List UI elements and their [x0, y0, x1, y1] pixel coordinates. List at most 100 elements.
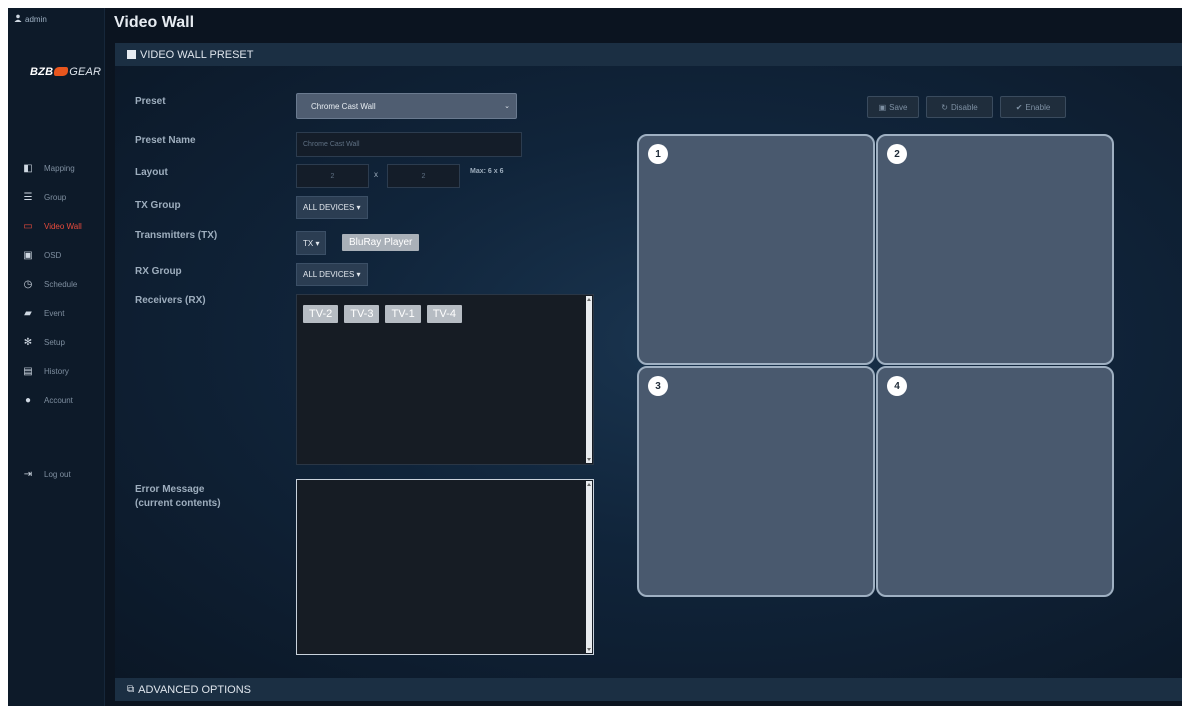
tx-group-value: ALL DEVICES ▾ [303, 203, 361, 212]
tile-number: 4 [887, 376, 907, 396]
enable-label: Enable [1025, 102, 1051, 112]
sidebar-item-group[interactable]: ☰ Group [8, 183, 105, 212]
tx-tag-label: BluRay Player [342, 234, 420, 251]
history-icon: ▤ [23, 366, 33, 377]
check-icon: ✔ [1015, 102, 1023, 112]
rx-group-value: ALL DEVICES ▾ [303, 270, 361, 279]
brand-logo: BZB GEAR [30, 66, 102, 78]
disable-button[interactable]: ↻ Disable [926, 96, 993, 118]
logout-button[interactable]: ⇥ Log out [20, 469, 71, 480]
tile-number: 1 [648, 144, 668, 164]
layout-rows-value: 2 [421, 172, 426, 180]
sidebar-item-schedule[interactable]: ◷ Schedule [8, 270, 105, 299]
sidebar-item-label: Group [44, 193, 67, 202]
preset-label: Preset [135, 96, 166, 107]
save-label: Save [889, 102, 908, 112]
tx-selected-tag[interactable]: BluRay Player [342, 232, 420, 251]
layout-max-hint: Max: 6 x 6 [470, 168, 504, 175]
preset-name-value: Chrome Cast Wall [303, 141, 360, 148]
error-scrollbar[interactable] [586, 481, 592, 653]
briefcase-icon: ▰ [24, 308, 32, 319]
refresh-icon: ↻ [941, 102, 948, 112]
section-title: VIDEO WALL PRESET [140, 48, 254, 61]
save-button[interactable]: ▣ Save [867, 96, 919, 118]
sidebar-item-label: Schedule [44, 280, 78, 289]
clock-icon: ◷ [23, 279, 33, 290]
sidebar-item-mapping[interactable]: ◧ Mapping [8, 154, 105, 183]
preset-name-input[interactable]: Chrome Cast Wall [296, 132, 522, 157]
error-message-label: Error Message (current contents) [135, 483, 221, 511]
user-icon: ● [24, 395, 32, 406]
section-header-advanced-options[interactable]: ⧉ ADVANCED OPTIONS [115, 678, 1182, 701]
error-label-line1: Error Message [135, 484, 205, 495]
tile-number: 2 [887, 144, 907, 164]
disable-label: Disable [951, 102, 978, 112]
tx-dropdown-value: TX ▾ [303, 238, 320, 248]
username: admin [25, 14, 47, 24]
layout-separator: x [374, 170, 378, 179]
gear-icon: ✻ [23, 337, 33, 348]
rx-tag[interactable]: TV-3 [344, 305, 380, 323]
rx-tag[interactable]: TV-4 [426, 305, 462, 323]
enable-button[interactable]: ✔ Enable [1000, 96, 1066, 118]
rx-tag[interactable]: TV-1 [385, 305, 421, 323]
logout-icon: ⇥ [23, 469, 33, 480]
preset-name-label: Preset Name [135, 135, 196, 146]
section-title: ADVANCED OPTIONS [138, 683, 252, 696]
preset-form-panel: Preset Chrome Cast Wall ⌄ Preset Name Ch… [115, 66, 1182, 678]
sidebar-item-event[interactable]: ▰ Event [8, 299, 105, 328]
list-icon: ☰ [23, 192, 33, 203]
wall-tile-4[interactable]: 4 [876, 366, 1114, 597]
rx-label: Receivers (RX) [135, 295, 206, 306]
sidebar-item-label: OSD [44, 251, 62, 260]
rx-group-label: RX Group [135, 266, 182, 277]
logout-label: Log out [44, 470, 71, 479]
rx-tag-list: TV-2 TV-3 TV-1 TV-4 [303, 305, 462, 323]
sidebar-item-label: History [44, 367, 69, 376]
sidebar-item-label: Event [44, 309, 65, 318]
sidebar-item-osd[interactable]: ▣ OSD [8, 241, 105, 270]
rx-list-box[interactable]: TV-2 TV-3 TV-1 TV-4 [296, 294, 594, 465]
sidebar-item-account[interactable]: ● Account [8, 386, 105, 415]
error-label-line2: (current contents) [135, 498, 221, 509]
rx-scrollbar[interactable] [586, 296, 592, 463]
tx-group-dropdown[interactable]: ALL DEVICES ▾ [296, 196, 368, 219]
tx-label: Transmitters (TX) [135, 230, 218, 241]
layout-columns-value: 2 [330, 172, 335, 180]
advanced-icon: ⧉ [127, 684, 135, 695]
tx-group-label: TX Group [135, 200, 181, 211]
sidebar-item-label: Account [44, 396, 73, 405]
mapping-icon: ◧ [23, 163, 33, 174]
preset-select-value: Chrome Cast Wall [311, 101, 376, 111]
chevron-down-icon: ⌄ [504, 103, 510, 110]
layout-label: Layout [135, 167, 168, 178]
sidebar-item-label: Video Wall [44, 222, 82, 231]
wall-tile-1[interactable]: 1 [637, 134, 875, 365]
layout-rows-input[interactable]: 2 [387, 164, 460, 188]
sidebar-item-video-wall[interactable]: ▭ Video Wall [8, 212, 105, 241]
rx-group-dropdown[interactable]: ALL DEVICES ▾ [296, 263, 368, 286]
section-icon [127, 50, 136, 59]
sidebar-item-history[interactable]: ▤ History [8, 357, 105, 386]
tile-number: 3 [648, 376, 668, 396]
monitor-icon: ▭ [23, 221, 33, 232]
sidebar: admin BZB GEAR ◧ Mapping ☰ Group ▭ Video … [8, 8, 105, 706]
rx-tag[interactable]: TV-2 [303, 305, 339, 323]
sidebar-nav: ◧ Mapping ☰ Group ▭ Video Wall ▣ OSD ◷ S… [8, 154, 105, 415]
tx-dropdown[interactable]: TX ▾ [296, 231, 327, 255]
layout-columns-input[interactable]: 2 [296, 164, 369, 188]
user-indicator[interactable]: admin [14, 14, 47, 24]
wall-tile-2[interactable]: 2 [876, 134, 1114, 365]
sidebar-item-label: Setup [44, 338, 65, 347]
user-icon [14, 14, 22, 24]
osd-icon: ▣ [23, 250, 33, 261]
sidebar-item-label: Mapping [44, 164, 75, 173]
error-message-textarea[interactable] [296, 479, 594, 655]
app-window: admin BZB GEAR ◧ Mapping ☰ Group ▭ Video … [8, 8, 1182, 706]
sidebar-item-setup[interactable]: ✻ Setup [8, 328, 105, 357]
save-icon: ▣ [878, 102, 887, 112]
section-header-video-wall-preset: VIDEO WALL PRESET [115, 43, 1182, 66]
wall-tile-3[interactable]: 3 [637, 366, 875, 597]
preset-select[interactable]: Chrome Cast Wall ⌄ [296, 93, 517, 119]
page-title: Video Wall [114, 14, 195, 31]
